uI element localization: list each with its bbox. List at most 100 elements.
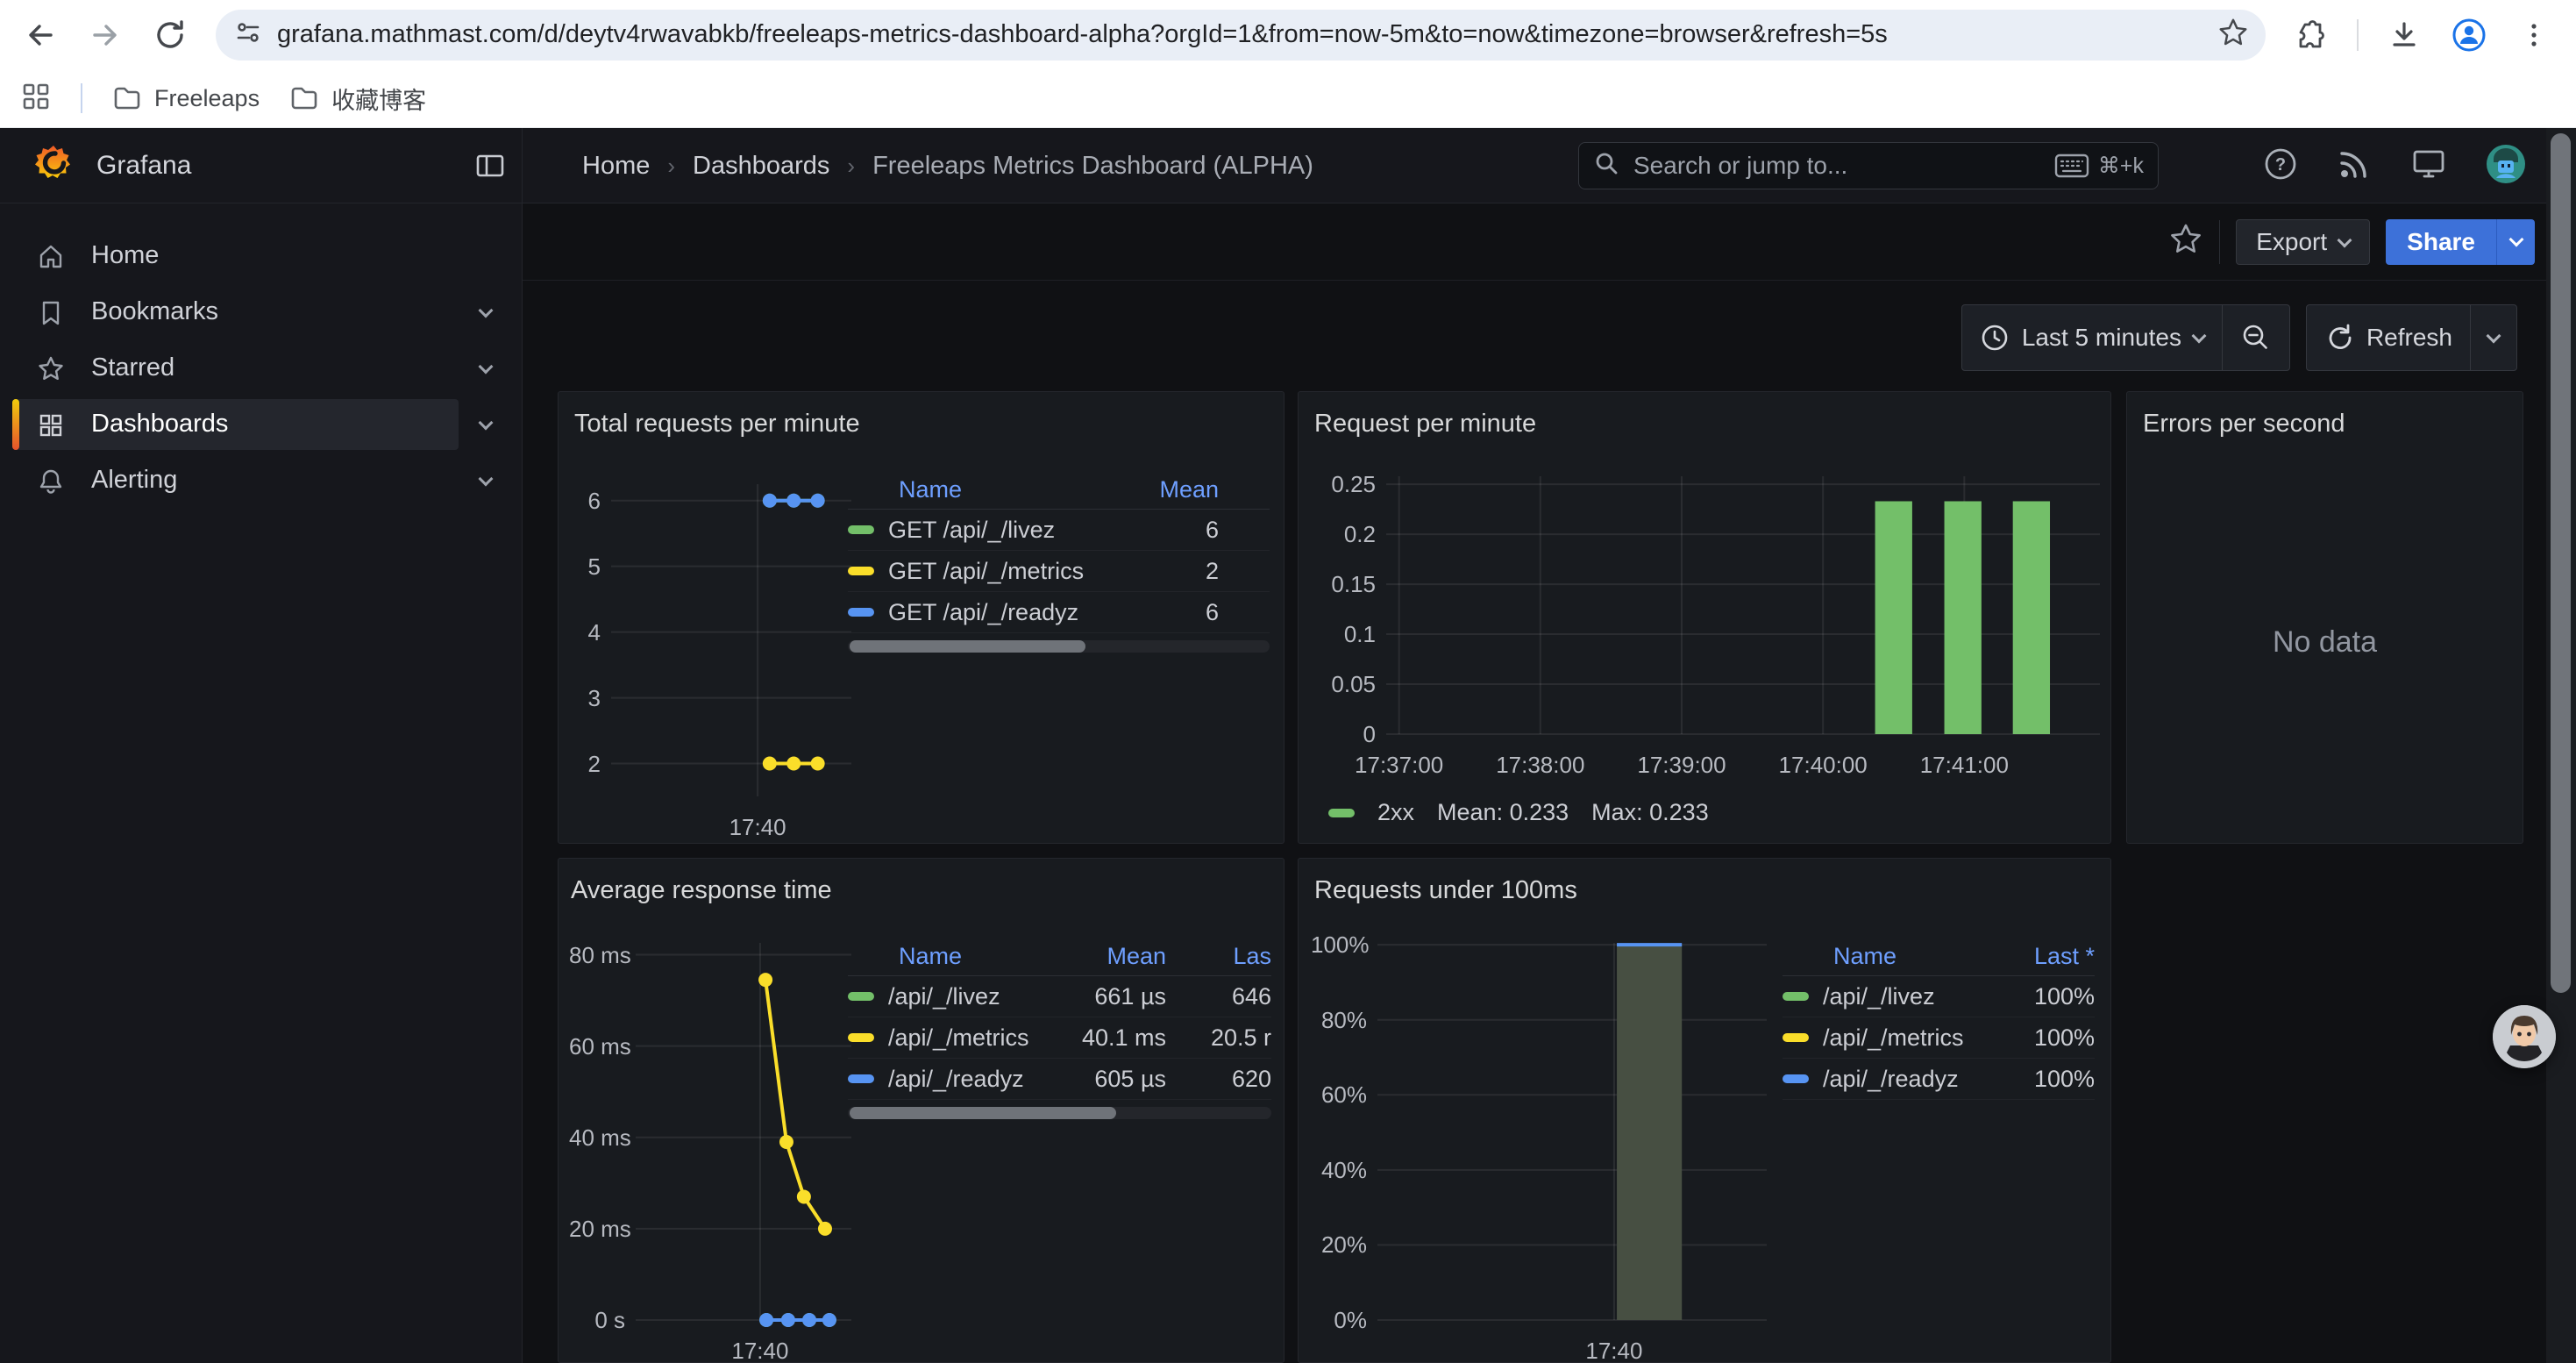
- help-icon[interactable]: ?: [2262, 146, 2299, 187]
- breadcrumb-home[interactable]: Home: [582, 152, 650, 181]
- refresh-interval-caret[interactable]: [2471, 305, 2516, 370]
- legend-row[interactable]: GET /api/_/readyz 6: [848, 592, 1270, 633]
- requests-under-100ms-chart[interactable]: 100%80%60%40%20%0%17:40: [1311, 943, 1767, 1362]
- panel-title[interactable]: Average response time: [571, 876, 832, 905]
- time-range-picker[interactable]: Last 5 minutes: [1962, 305, 2222, 370]
- legend-header-row: Name Mean Las: [848, 938, 1271, 976]
- share-caret-button[interactable]: [2496, 219, 2535, 265]
- browser-menu-icon[interactable]: [2515, 16, 2553, 54]
- chevron-down-icon: [2191, 328, 2206, 343]
- series-color-pill: [848, 1074, 874, 1083]
- legend-row[interactable]: GET /api/_/livez 6: [848, 510, 1270, 551]
- sidebar-item-bookmarks[interactable]: Bookmarks: [0, 284, 522, 340]
- legend-row[interactable]: /api/_/metrics 40.1 ms 20.5 r: [848, 1017, 1271, 1059]
- y-axis-tick: 0.1: [1311, 621, 1376, 648]
- rss-icon[interactable]: [2336, 146, 2373, 187]
- sidebar-toggle-icon[interactable]: [473, 149, 507, 187]
- sidebar-item-dashboards[interactable]: Dashboards: [0, 396, 522, 453]
- series-color-pill: [848, 992, 874, 1001]
- legend-row[interactable]: /api/_/livez 661 µs 646: [848, 976, 1271, 1017]
- panel-title[interactable]: Errors per second: [2143, 410, 2345, 439]
- avg-response-time-plot: [569, 943, 851, 1362]
- sidebar-item-home[interactable]: Home: [0, 228, 522, 284]
- url-input[interactable]: [277, 20, 2202, 49]
- page-scrollbar-thumb[interactable]: [2551, 133, 2571, 993]
- reload-icon[interactable]: [151, 16, 189, 54]
- legend-row[interactable]: /api/_/livez 100%: [1783, 976, 2095, 1017]
- bookmark-folder-freeleaps[interactable]: Freeleaps: [112, 83, 260, 113]
- export-button[interactable]: Export: [2236, 219, 2370, 265]
- x-axis-tick: 17:39:00: [1612, 752, 1752, 779]
- legend-row[interactable]: /api/_/metrics 100%: [1783, 1017, 2095, 1059]
- search-input[interactable]: [1633, 152, 2042, 180]
- series-color-pill: [848, 525, 874, 534]
- total-requests-chart[interactable]: 6543217:40: [569, 484, 851, 835]
- avg-response-time-chart[interactable]: 80 ms60 ms40 ms20 ms0 s17:40: [569, 943, 851, 1362]
- bookmark-star-icon[interactable]: [2217, 16, 2250, 54]
- sidebar-item-label: Home: [91, 241, 159, 270]
- panel-requests-under-100ms: Requests under 100ms 100%80%60%40%20%0%1…: [1298, 858, 2111, 1363]
- panel-title[interactable]: Requests under 100ms: [1314, 876, 1577, 905]
- legend-table: Name Last * /api/_/livez 100% /api/_/met…: [1783, 938, 2095, 1100]
- series-color-pill: [848, 608, 874, 617]
- monitor-icon[interactable]: [2409, 145, 2448, 188]
- bookmark-folder-blogs[interactable]: 收藏博客: [289, 82, 426, 116]
- search-box[interactable]: ⌘+k: [1578, 142, 2159, 189]
- panel-title[interactable]: Request per minute: [1314, 410, 1536, 439]
- legend-row[interactable]: /api/_/readyz 100%: [1783, 1059, 2095, 1100]
- profile-icon[interactable]: [2450, 16, 2488, 54]
- bar-chart-legend[interactable]: 2xx Mean: 0.233 Max: 0.233: [1328, 799, 1709, 826]
- sidebar-item-label: Dashboards: [91, 410, 228, 439]
- breadcrumb-current: Freeleaps Metrics Dashboard (ALPHA): [872, 152, 1313, 181]
- topnav-icons: ?: [2262, 128, 2527, 203]
- y-axis-tick: 6: [569, 488, 601, 515]
- extensions-icon[interactable]: [2292, 16, 2330, 54]
- chevron-down-icon[interactable]: [479, 303, 494, 318]
- y-axis-tick: 0 s: [569, 1307, 625, 1334]
- zoom-out-button[interactable]: [2223, 305, 2289, 370]
- bookmark-folder-label: 收藏博客: [331, 82, 426, 116]
- sidebar-item-starred[interactable]: Starred: [0, 340, 522, 396]
- x-axis-tick: 17:37:00: [1329, 752, 1469, 779]
- y-axis-tick: 20%: [1311, 1231, 1367, 1259]
- share-button[interactable]: Share: [2386, 219, 2496, 265]
- refresh-button[interactable]: Refresh: [2307, 305, 2470, 370]
- chevron-down-icon[interactable]: [479, 472, 494, 487]
- active-accent-bar: [12, 399, 19, 450]
- favorite-star-icon[interactable]: [2168, 222, 2203, 261]
- legend-scrollbar[interactable]: [848, 640, 1270, 653]
- bookmark-icon: [37, 299, 65, 332]
- legend-table: Name Mean GET /api/_/livez 6 GET /api/_/…: [848, 471, 1270, 653]
- user-avatar[interactable]: [2485, 143, 2527, 189]
- legend-row[interactable]: /api/_/readyz 605 µs 620: [848, 1059, 1271, 1100]
- legend-scrollbar[interactable]: [848, 1107, 1271, 1119]
- y-axis-tick: 80%: [1311, 1007, 1367, 1034]
- apps-grid-icon[interactable]: [21, 82, 51, 116]
- panel-errors-per-second: Errors per second No data: [2126, 391, 2523, 844]
- legend-max-stat: Max: 0.233: [1591, 799, 1709, 826]
- legend-mean-stat: Mean: 0.233: [1437, 799, 1569, 826]
- breadcrumb: Home › Dashboards › Freeleaps Metrics Da…: [582, 128, 1313, 203]
- y-axis-tick: 0.25: [1311, 471, 1376, 498]
- forward-icon[interactable]: [86, 16, 125, 54]
- url-bar[interactable]: [216, 10, 2266, 61]
- legend-row[interactable]: GET /api/_/metrics 2: [848, 551, 1270, 592]
- y-axis-tick: 0.05: [1311, 671, 1376, 698]
- panel-total-requests: Total requests per minute 6543217:40 Nam…: [558, 391, 1284, 844]
- time-controls: Last 5 minutes Refresh: [1961, 304, 2517, 371]
- assistant-avatar[interactable]: [2493, 1005, 2556, 1068]
- bookmarks-divider: [81, 83, 82, 113]
- back-icon[interactable]: [21, 16, 60, 54]
- download-icon[interactable]: [2385, 16, 2423, 54]
- request-per-minute-chart[interactable]: 0.250.20.150.10.05017:37:0017:38:0017:39…: [1311, 476, 2100, 825]
- screen: Freeleaps 收藏博客 Grafana: [0, 0, 2576, 1363]
- grafana-logo-icon[interactable]: [33, 144, 74, 189]
- site-info-icon[interactable]: [233, 18, 263, 52]
- bookmark-folder-label: Freeleaps: [154, 85, 260, 112]
- chevron-down-icon[interactable]: [479, 416, 494, 431]
- sidebar-item-alerting[interactable]: Alerting: [0, 453, 522, 509]
- panel-title[interactable]: Total requests per minute: [574, 410, 860, 439]
- breadcrumb-dashboards[interactable]: Dashboards: [693, 152, 829, 181]
- y-axis-tick: 3: [569, 685, 601, 712]
- chevron-down-icon[interactable]: [479, 360, 494, 375]
